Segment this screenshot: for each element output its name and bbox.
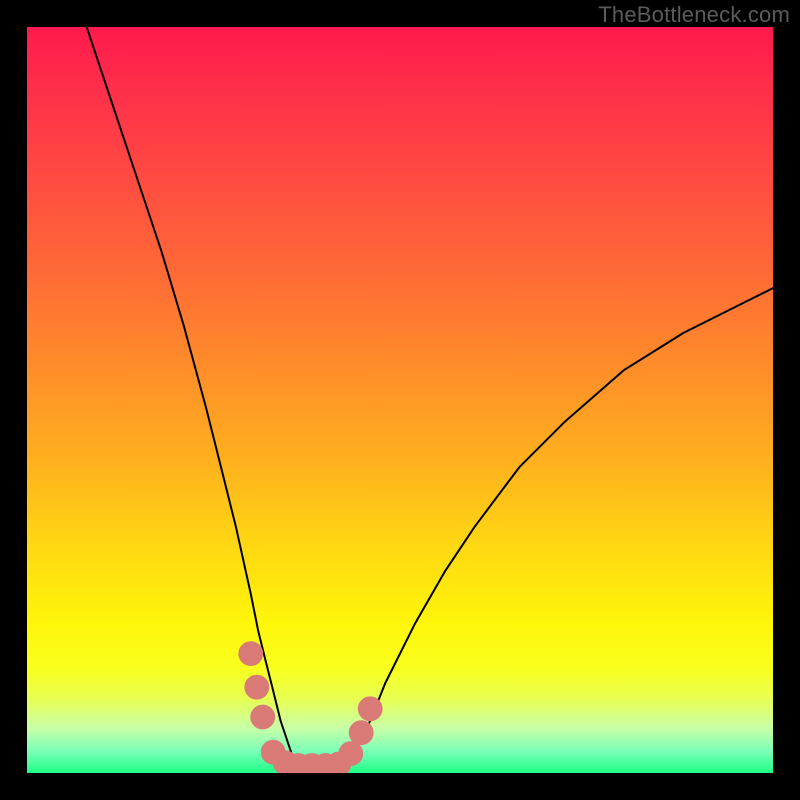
- curve-marker: [358, 697, 382, 721]
- curve-marker: [239, 642, 263, 666]
- curve-marker: [251, 705, 275, 729]
- curve-markers: [239, 642, 382, 773]
- bottleneck-curve: [87, 27, 773, 773]
- plot-area: [27, 27, 773, 773]
- watermark-text: TheBottleneck.com: [598, 2, 790, 28]
- chart-svg: [27, 27, 773, 773]
- curve-marker: [349, 721, 373, 745]
- curve-marker: [245, 675, 269, 699]
- curve-marker: [339, 742, 363, 766]
- chart-frame: TheBottleneck.com: [0, 0, 800, 800]
